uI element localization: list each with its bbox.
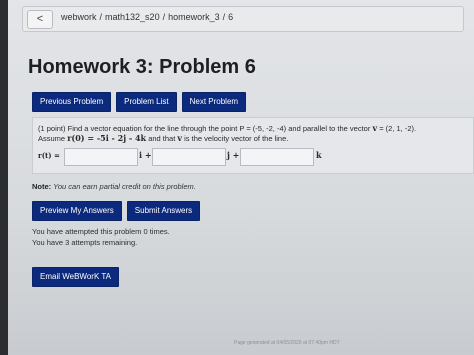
unit-i-label: i + [139, 150, 152, 160]
page-title: Homework 3: Problem 6 [28, 56, 256, 78]
attempts-remaining: You have 3 attempts remaining. [32, 238, 138, 247]
problem-navigation: Previous Problem Problem List Next Problem [32, 91, 251, 112]
answer-actions: Preview My Answers Submit Answers [32, 200, 205, 221]
submit-answers-button[interactable]: Submit Answers [126, 201, 201, 221]
back-button[interactable]: < [27, 10, 53, 29]
velocity-symbol: v [177, 133, 183, 143]
breadcrumb-item-problem: 6 [228, 12, 234, 22]
answer-label: r(t) = [38, 151, 60, 160]
note-text: You can earn partial credit on this prob… [53, 182, 196, 191]
answer-input-j[interactable] [152, 148, 226, 166]
problem-box: (1 point) Find a vector equation for the… [32, 117, 474, 174]
breadcrumb-separator: / [222, 12, 226, 22]
note-label: Note: [32, 182, 52, 191]
attempts-info: You have attempted this problem 0 times.… [32, 226, 170, 248]
problem-points: (1 point) [38, 124, 66, 133]
browser-viewport: < webwork / math132_s20/homework_3/6 Homew… [8, 0, 474, 355]
email-ta-button[interactable]: Email WeBWorK TA [32, 267, 119, 287]
breadcrumb-item-webwork[interactable]: webwork [61, 12, 97, 22]
initial-position-math: r(0) = -5i - 2j - 4k [67, 133, 147, 143]
unit-k-label: k [316, 150, 322, 160]
page-footer: Page generated at 04/05/2020 at 07:40pm … [234, 340, 340, 346]
partial-credit-note: Note: You can earn partial credit on thi… [32, 182, 196, 191]
breadcrumb-item-course[interactable]: math132_s20 [105, 12, 160, 22]
answer-row: r(t) = i + j + k [38, 148, 468, 166]
next-problem-button[interactable]: Next Problem [181, 92, 247, 112]
attempts-count: You have attempted this problem 0 times. [32, 227, 170, 236]
breadcrumb-separator: / [99, 12, 103, 22]
answer-input-i[interactable] [64, 148, 138, 166]
assume-text: Assume [38, 134, 66, 143]
problem-text: Find a vector equation for the line thro… [67, 124, 371, 133]
email-section: Email WeBWorK TA [32, 266, 124, 287]
breadcrumb-bar: < webwork / math132_s20/homework_3/6 [22, 6, 464, 32]
vector-symbol: v [372, 123, 378, 133]
problem-statement-line-1: (1 point) Find a vector equation for the… [38, 123, 416, 133]
and-that-text: and that [148, 134, 176, 143]
problem-statement-line-2: Assume r(0) = -5i - 2j - 4k and that v i… [38, 133, 288, 143]
vector-value: = (2, 1, -2). [379, 124, 417, 133]
answer-input-k[interactable] [240, 148, 314, 166]
velocity-text: is the velocity vector of the line. [184, 134, 289, 143]
preview-answers-button[interactable]: Preview My Answers [32, 201, 122, 221]
unit-j-label: j + [227, 150, 240, 160]
breadcrumb-separator: / [162, 12, 166, 22]
breadcrumb: webwork / math132_s20/homework_3/6 [61, 12, 233, 22]
previous-problem-button[interactable]: Previous Problem [32, 92, 112, 112]
breadcrumb-item-set[interactable]: homework_3 [168, 12, 220, 22]
problem-list-button[interactable]: Problem List [116, 92, 177, 112]
